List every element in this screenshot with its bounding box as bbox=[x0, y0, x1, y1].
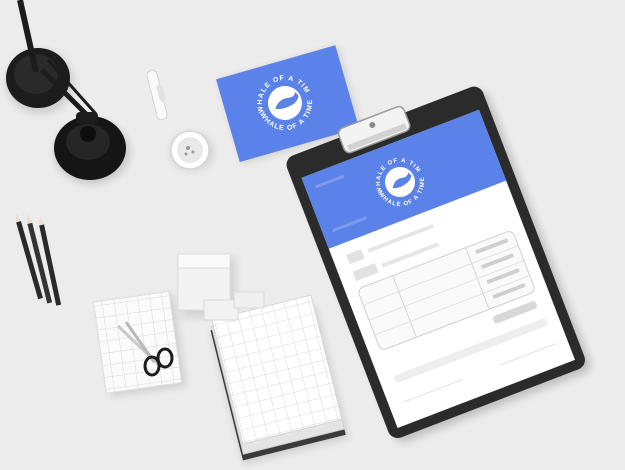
notepad bbox=[93, 290, 187, 397]
desk-scene: WHALE OF A TIME WHALE OF A TIME WHALE OF… bbox=[0, 0, 625, 470]
